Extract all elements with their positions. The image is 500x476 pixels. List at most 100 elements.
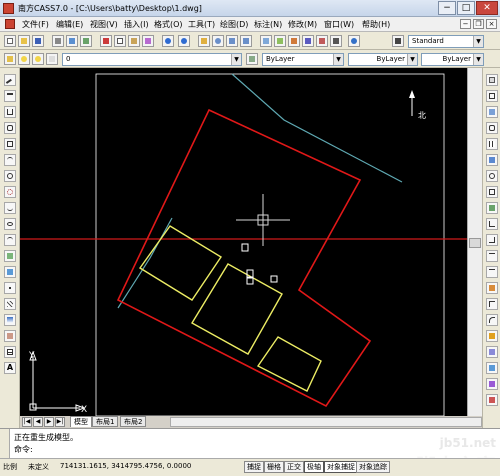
scale-icon[interactable] <box>486 186 498 198</box>
linetype-select[interactable]: ByLayer ▼ <box>348 53 418 66</box>
menu-tools[interactable]: 工具(T) <box>188 19 215 30</box>
move-icon[interactable] <box>486 154 498 166</box>
calculator-icon[interactable] <box>330 35 342 47</box>
fillet-icon[interactable] <box>486 314 498 326</box>
zoom-window-icon[interactable] <box>226 35 238 47</box>
markup-icon[interactable] <box>316 35 328 47</box>
table-icon[interactable] <box>4 346 16 358</box>
publish-icon[interactable] <box>80 35 92 47</box>
layer-lock-icon[interactable] <box>46 53 58 65</box>
edit-spline-icon[interactable] <box>486 378 498 390</box>
tab-prev-button[interactable]: ◀ <box>33 417 43 427</box>
arc-icon[interactable] <box>4 154 16 166</box>
polar-toggle[interactable]: 极轴 <box>304 461 324 473</box>
vertical-scroll-thumb[interactable] <box>469 238 481 248</box>
menu-file[interactable]: 文件(F) <box>22 19 49 30</box>
color-select[interactable]: ByLayer ▼ <box>262 53 344 66</box>
tab-model[interactable]: 模型 <box>70 416 92 427</box>
trim-icon[interactable] <box>486 218 498 230</box>
vertical-scrollbar[interactable] <box>467 68 482 416</box>
coordinate-readout[interactable]: 714131.1615, 3414795.4756, 0.0000 <box>60 462 191 470</box>
tool-palette-icon[interactable] <box>288 35 300 47</box>
text-style-icon[interactable] <box>392 35 404 47</box>
ortho-toggle[interactable]: 正交 <box>284 461 304 473</box>
menu-insert[interactable]: 插入(I) <box>124 19 149 30</box>
revision-cloud-icon[interactable] <box>4 186 16 198</box>
spline-icon[interactable] <box>4 202 16 214</box>
command-prompt[interactable]: 命令: <box>14 444 33 455</box>
ellipse-arc-icon[interactable] <box>4 234 16 246</box>
open-folder-icon[interactable] <box>18 35 30 47</box>
offset-icon[interactable] <box>486 122 498 134</box>
doc-restore-button[interactable]: ❐ <box>473 19 484 29</box>
zoom-realtime-icon[interactable] <box>212 35 224 47</box>
lineweight-select[interactable]: ByLayer ▼ <box>421 53 484 66</box>
array-icon[interactable] <box>486 138 498 150</box>
print-icon[interactable] <box>52 35 64 47</box>
pan-icon[interactable] <box>198 35 210 47</box>
edit-text-icon[interactable] <box>486 394 498 406</box>
command-window-handle[interactable] <box>0 429 10 459</box>
construction-line-icon[interactable] <box>4 90 16 102</box>
new-file-icon[interactable] <box>4 35 16 47</box>
doc-minimize-button[interactable]: − <box>460 19 471 29</box>
scale-value[interactable]: 未定义 <box>28 462 49 472</box>
menu-help[interactable]: 帮助(H) <box>362 19 390 30</box>
minimize-button[interactable]: − <box>438 1 456 15</box>
properties-icon[interactable] <box>260 35 272 47</box>
layer-manager-icon[interactable] <box>4 53 16 65</box>
snap-toggle[interactable]: 捕捉 <box>244 461 264 473</box>
tab-layout1[interactable]: 布局1 <box>92 416 119 427</box>
menu-format[interactable]: 格式(O) <box>154 19 183 30</box>
line-icon[interactable] <box>4 74 16 88</box>
make-block-icon[interactable] <box>4 266 16 278</box>
rotate-icon[interactable] <box>486 170 498 182</box>
mirror-icon[interactable] <box>486 106 498 118</box>
erase-icon[interactable] <box>486 74 498 86</box>
break-at-point-icon[interactable] <box>486 250 498 262</box>
text-style-select[interactable]: Standard ▼ <box>408 35 484 48</box>
insert-block-icon[interactable] <box>4 250 16 262</box>
explode-icon[interactable] <box>486 330 498 342</box>
layer-freeze-icon[interactable] <box>32 53 44 65</box>
scale-label[interactable]: 比例 <box>3 462 17 472</box>
menu-draw[interactable]: 绘图(D) <box>220 19 248 30</box>
horizontal-scrollbar[interactable] <box>170 417 482 427</box>
ellipse-icon[interactable] <box>4 218 16 230</box>
polygon-icon[interactable] <box>4 122 16 134</box>
menu-view[interactable]: 视图(V) <box>90 19 118 30</box>
menu-dimension[interactable]: 标注(N) <box>254 19 282 30</box>
print-preview-icon[interactable] <box>66 35 78 47</box>
make-current-icon[interactable] <box>246 53 258 65</box>
polyline-icon[interactable] <box>4 106 16 118</box>
break-icon[interactable] <box>486 266 498 278</box>
extend-icon[interactable] <box>486 234 498 246</box>
multiline-text-icon[interactable]: A <box>4 362 16 374</box>
layer-select[interactable]: 0 ▼ <box>62 53 242 66</box>
paste-icon[interactable] <box>128 35 140 47</box>
menu-edit[interactable]: 编辑(E) <box>56 19 83 30</box>
edit-polyline-icon[interactable] <box>486 362 498 374</box>
redo-icon[interactable] <box>178 35 190 47</box>
cut-icon[interactable] <box>100 35 112 47</box>
copy-object-icon[interactable] <box>486 90 498 102</box>
design-center-icon[interactable] <box>274 35 286 47</box>
object-snap-toggle[interactable]: 对象捕捉 <box>324 461 358 473</box>
rectangle-icon[interactable] <box>4 138 16 150</box>
join-icon[interactable] <box>486 282 498 294</box>
chamfer-icon[interactable] <box>486 298 498 310</box>
match-properties-icon[interactable] <box>142 35 154 47</box>
draw-order-icon[interactable] <box>486 346 498 358</box>
doc-close-button[interactable]: × <box>486 19 497 29</box>
gradient-icon[interactable] <box>4 314 16 326</box>
undo-icon[interactable] <box>162 35 174 47</box>
grid-toggle[interactable]: 栅格 <box>264 461 284 473</box>
object-tracking-toggle[interactable]: 对象追踪 <box>356 461 390 473</box>
sheet-set-icon[interactable] <box>302 35 314 47</box>
maximize-button[interactable]: □ <box>457 1 475 15</box>
drawing-canvas[interactable]: 北 Y X <box>20 68 467 416</box>
help-icon[interactable] <box>348 35 360 47</box>
tab-first-button[interactable]: |◀ <box>22 417 32 427</box>
stretch-icon[interactable] <box>486 202 498 214</box>
tab-layout2[interactable]: 布局2 <box>120 416 147 427</box>
